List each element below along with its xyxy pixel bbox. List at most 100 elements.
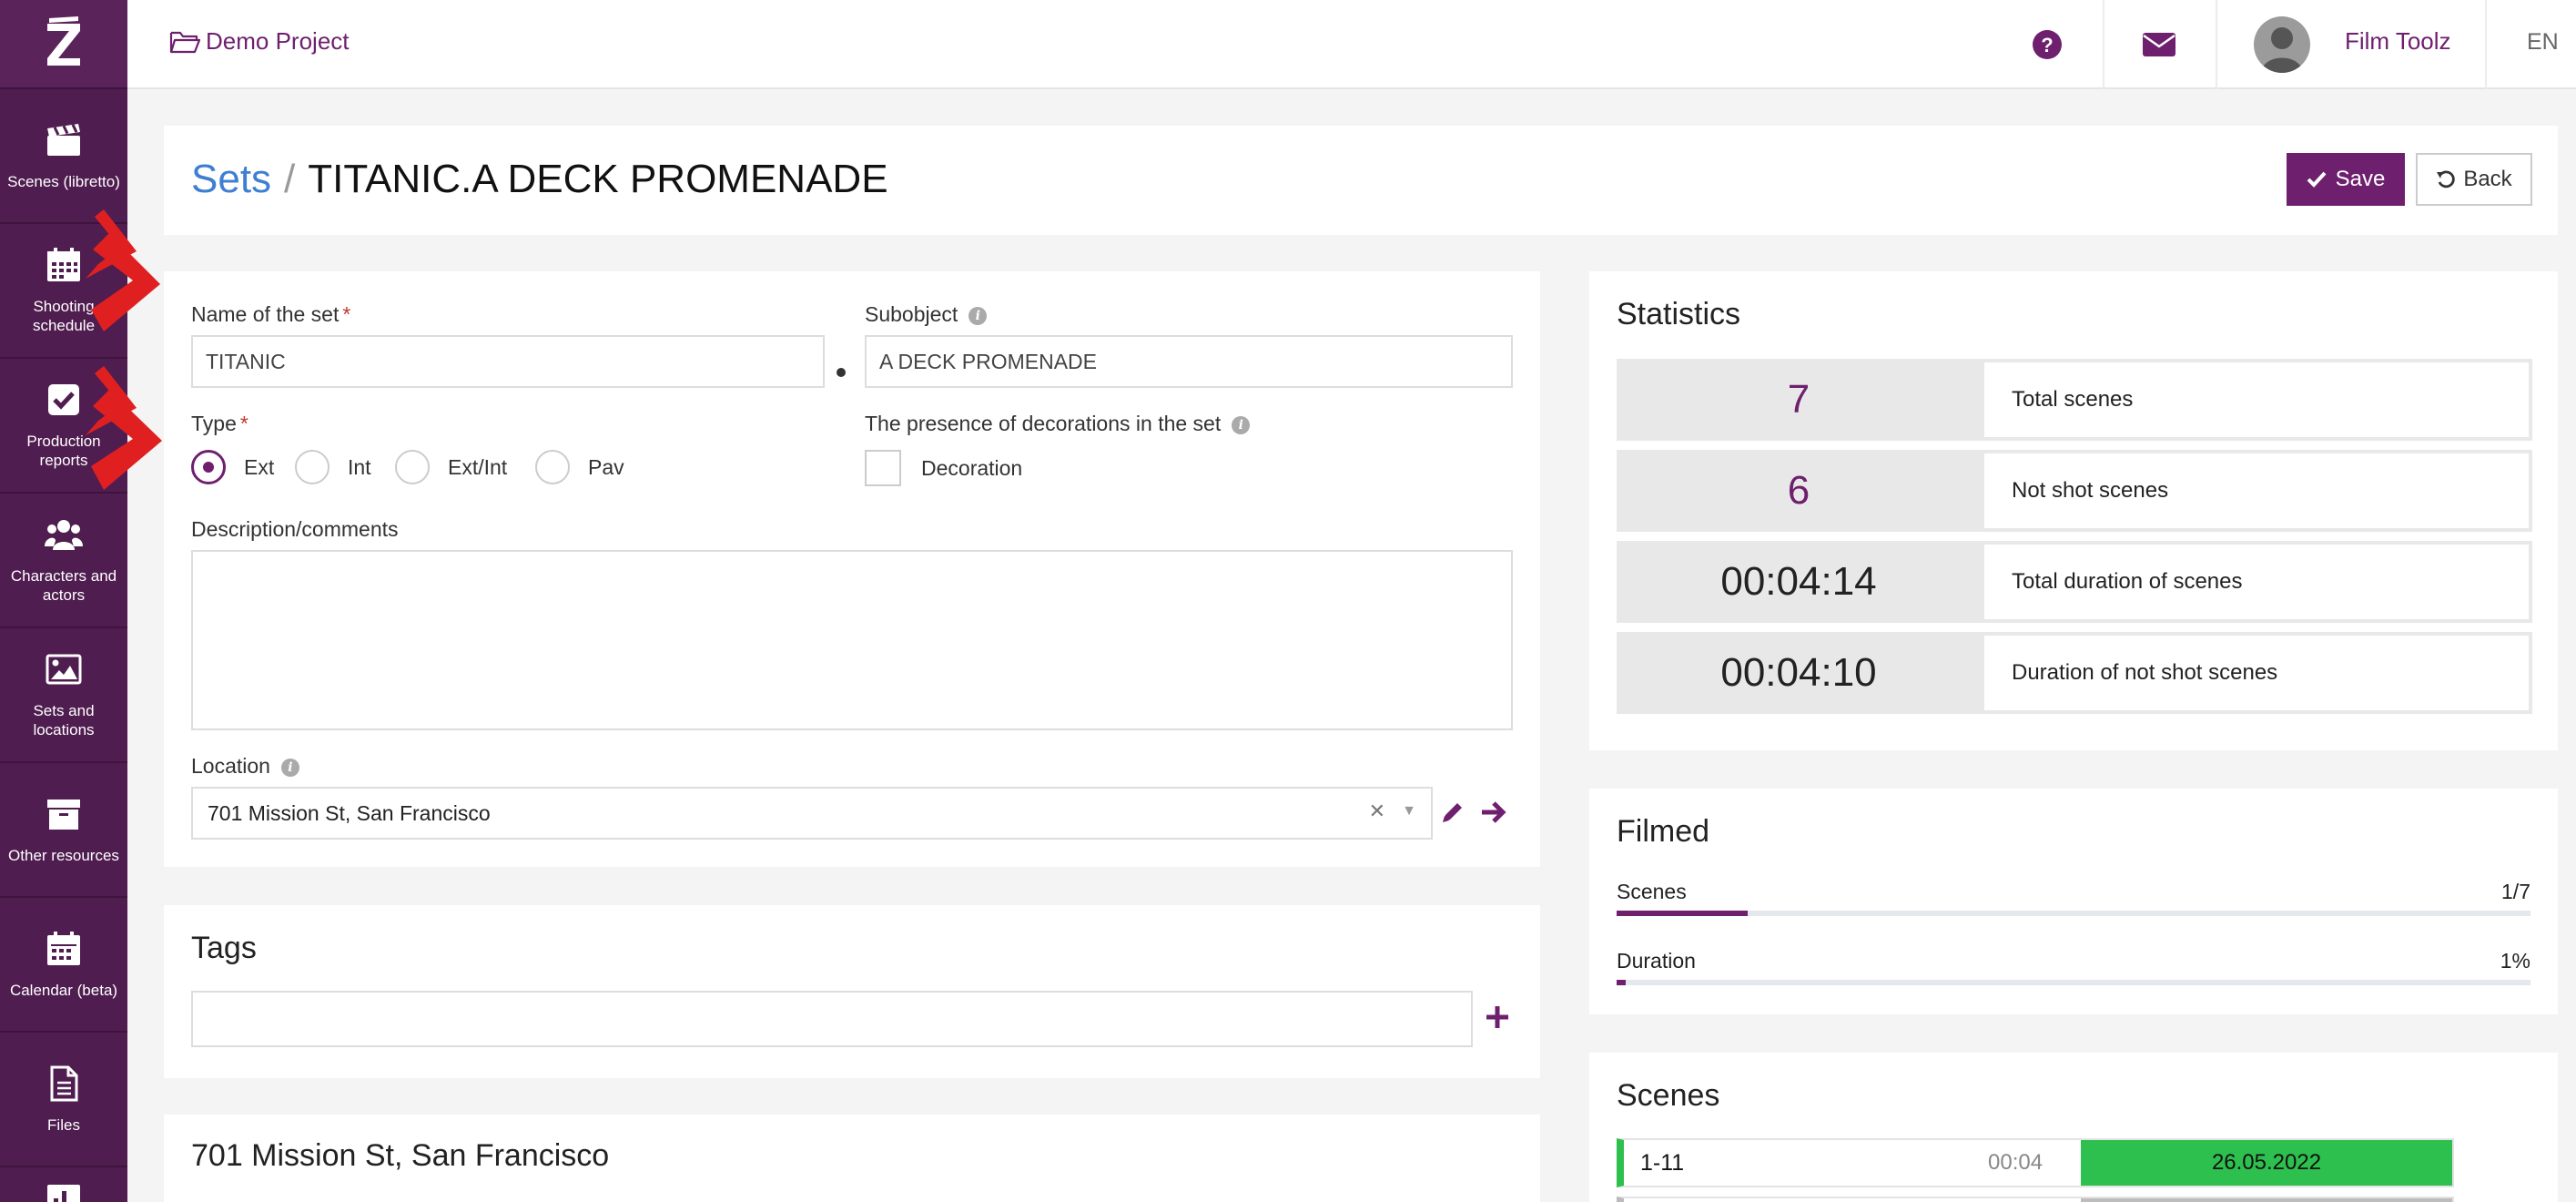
page-title: TITANIC.A DECK PROMENADE	[308, 157, 888, 201]
project-selector[interactable]: Demo Project	[169, 27, 350, 56]
sidebar-item-production-reports[interactable]: Production reports	[0, 359, 127, 494]
radio-label: Ext	[244, 454, 275, 479]
filmtoolz-logo-icon	[47, 16, 80, 66]
description-label: Description/comments	[191, 517, 399, 541]
tags-title: Tags	[191, 931, 257, 965]
stat-label: Not shot scenes	[1984, 453, 2529, 528]
user-avatar-icon	[2261, 27, 2303, 73]
project-name: Demo Project	[206, 27, 350, 55]
stat-value: 00:04:10	[1720, 650, 1877, 695]
scene-date	[2081, 1198, 2452, 1202]
filmed-duration-label: Duration	[1617, 949, 1696, 973]
name-label: Name of the set *	[191, 302, 350, 327]
info-icon[interactable]: i	[1232, 416, 1251, 434]
scene-row[interactable]: 1-11 00:04 26.05.2022	[1617, 1138, 2454, 1187]
breadcrumb-separator: /	[284, 157, 296, 201]
clear-icon[interactable]: ✕	[1369, 800, 1385, 823]
sidebar-item-characters-actors[interactable]: Characters and actors	[0, 494, 127, 628]
subobject-value: A DECK PROMENADE	[879, 349, 1097, 373]
type-radio-int[interactable]: Int	[295, 450, 371, 484]
info-icon[interactable]: i	[969, 307, 988, 325]
info-icon[interactable]: i	[280, 759, 299, 777]
sidebar-item-calendar[interactable]: Calendar (beta)	[0, 898, 127, 1033]
tags-panel: Tags	[164, 905, 1540, 1078]
scenes-title: Scenes	[1617, 1078, 1720, 1113]
subobject-input[interactable]: A DECK PROMENADE	[865, 335, 1513, 388]
scene-id: 1-11	[1640, 1149, 1685, 1176]
divider	[2103, 0, 2104, 89]
required-mark: *	[342, 302, 351, 326]
location-panel: 701 Mission St, San Francisco	[164, 1115, 1540, 1202]
save-button[interactable]: Save	[2287, 153, 2405, 206]
sidebar-item-shooting-schedule[interactable]: Shooting schedule	[0, 224, 127, 359]
decoration-checkbox[interactable]: Decoration	[865, 450, 1022, 486]
avatar[interactable]	[2254, 16, 2310, 73]
stat-row-total-duration: 00:04:14 Total duration of scenes	[1617, 541, 2532, 623]
stat-row-not-shot-duration: 00:04:10 Duration of not shot scenes	[1617, 632, 2532, 714]
filmed-panel: Filmed Scenes 1/7 Duration 1%	[1589, 789, 2558, 1014]
type-radio-pav[interactable]: Pav	[535, 450, 624, 484]
subobject-label-text: Subobject	[865, 302, 958, 326]
stat-value: 7	[1787, 377, 1810, 422]
tags-input[interactable]	[191, 991, 1473, 1047]
sidebar-item-sets-locations[interactable]: Sets and locations	[0, 628, 127, 763]
calendar-grid-icon	[47, 248, 80, 281]
location-panel-title: 701 Mission St, San Francisco	[191, 1138, 610, 1173]
chevron-down-icon[interactable]: ▼	[1402, 803, 1416, 820]
scene-row[interactable]	[1617, 1197, 2454, 1202]
progress-fill	[1617, 980, 1627, 985]
name-separator-dot	[837, 368, 846, 377]
sidebar-item-label: Calendar (beta)	[9, 981, 118, 999]
set-form: Name of the set * TITANIC Subobject i A DE…	[164, 271, 1540, 867]
required-mark: *	[239, 412, 248, 435]
location-select[interactable]: 701 Mission St, San Francisco ✕ ▼	[191, 787, 1433, 840]
stat-label: Total duration of scenes	[1984, 545, 2529, 619]
user-name[interactable]: Film Toolz	[2345, 27, 2451, 56]
back-button[interactable]: Back	[2416, 153, 2532, 206]
help-icon[interactable]: ?	[2032, 29, 2063, 60]
app-logo[interactable]	[0, 0, 127, 89]
decorations-label: The presence of decorations in the set i	[865, 412, 1251, 436]
sidebar-item-files[interactable]: Files	[0, 1033, 127, 1167]
plus-icon[interactable]	[1484, 1003, 1511, 1031]
folder-open-icon	[169, 31, 200, 53]
type-radio-ext-int[interactable]: Ext/Int	[395, 450, 507, 484]
page-header: Sets / TITANIC.A DECK PROMENADE Save Back	[164, 126, 2558, 235]
checkbox-box	[865, 450, 901, 486]
filmed-duration-progress	[1617, 980, 2530, 985]
type-label-text: Type	[191, 412, 237, 435]
divider	[2216, 0, 2217, 89]
arrow-right-icon[interactable]	[1480, 800, 1507, 825]
sidebar-item-other-resources[interactable]: Other resources	[0, 763, 127, 898]
stat-label: Duration of not shot scenes	[1984, 636, 2529, 710]
description-textarea[interactable]	[191, 550, 1513, 730]
filmed-title: Filmed	[1617, 814, 1710, 849]
users-icon	[45, 520, 83, 550]
checkbox-icon	[48, 384, 79, 415]
sidebar: Scenes (libretto) Shooting schedule Prod…	[0, 0, 127, 1202]
svg-text:?: ?	[2041, 34, 2053, 56]
mail-icon[interactable]	[2142, 31, 2176, 58]
file-icon	[50, 1065, 78, 1101]
scene-duration: 00:04	[1988, 1150, 2044, 1175]
set-name-input[interactable]: TITANIC	[191, 335, 825, 388]
type-label: Type *	[191, 412, 248, 436]
sidebar-item-scenes[interactable]: Scenes (libretto)	[0, 89, 127, 224]
location-label-text: Location	[191, 754, 270, 778]
sidebar-item-label: Scenes (libretto)	[7, 172, 120, 190]
sidebar-item-label: Other resources	[8, 846, 119, 864]
radio-label: Ext/Int	[448, 454, 508, 479]
scene-duration	[1988, 1198, 2068, 1202]
statistics-title: Statistics	[1617, 297, 1741, 331]
sidebar-item-label: Characters and actors	[10, 567, 117, 604]
filmed-scenes-label: Scenes	[1617, 880, 1687, 903]
pencil-icon[interactable]	[1440, 800, 1465, 825]
calendar-icon	[47, 931, 80, 965]
radio-circle	[395, 450, 430, 484]
language-switcher[interactable]: EN	[2527, 29, 2559, 56]
breadcrumb-link-sets[interactable]: Sets	[191, 157, 271, 201]
sidebar-item-reports-partial[interactable]	[0, 1167, 127, 1202]
filmed-scenes-value: 1/7	[2501, 880, 2530, 903]
location-label: Location i	[191, 754, 299, 779]
type-radio-ext[interactable]: Ext	[191, 450, 274, 484]
